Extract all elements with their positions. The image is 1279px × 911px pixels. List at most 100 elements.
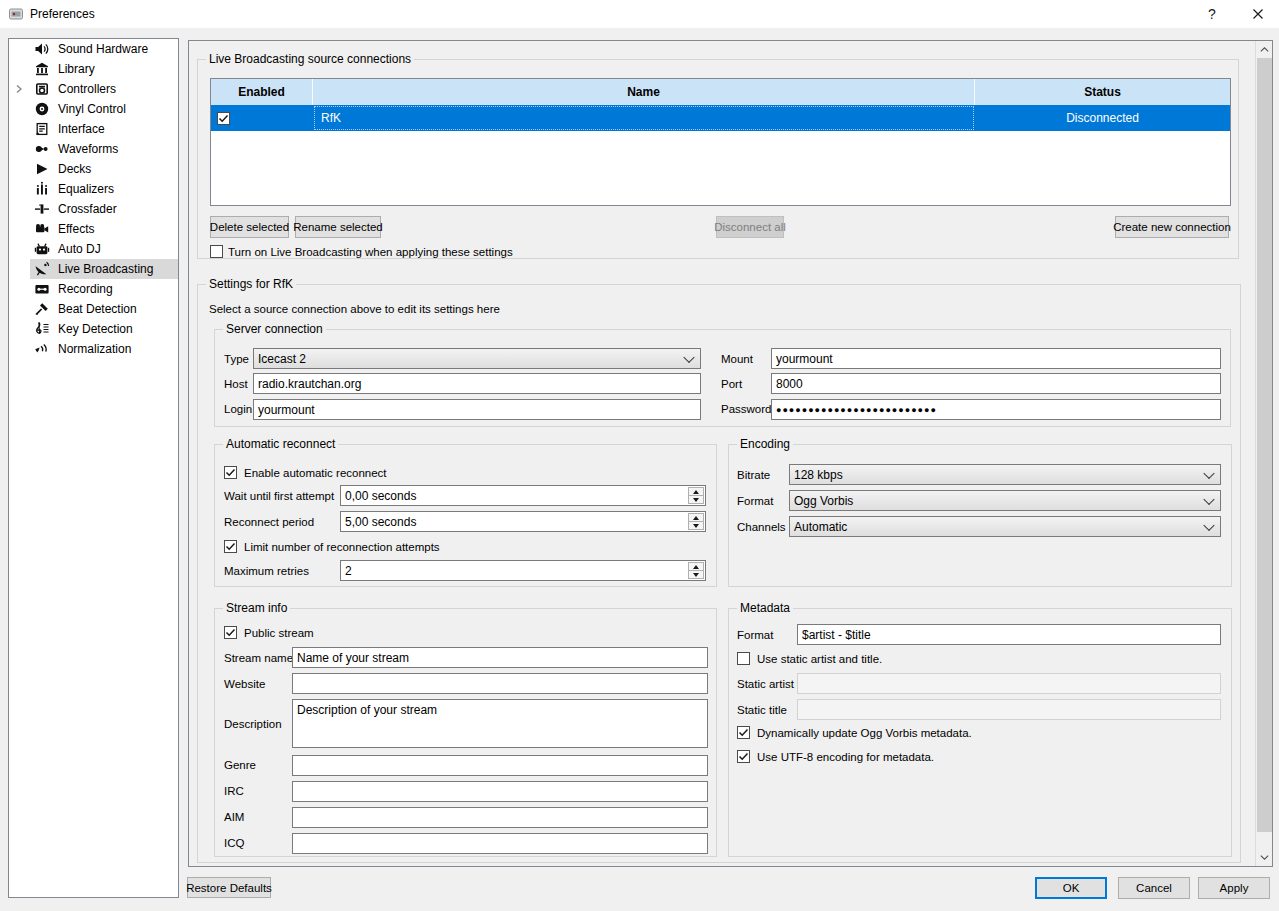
expand-chevron-icon[interactable] — [14, 84, 24, 94]
metadata-format-input[interactable]: $artist - $title — [797, 624, 1221, 645]
sidebar-item-equalizers[interactable]: Equalizers — [9, 179, 178, 199]
sidebar-item-crossfader[interactable]: Crossfader — [9, 199, 178, 219]
key-icon — [34, 321, 50, 337]
static-artist-input[interactable] — [797, 673, 1221, 694]
wait-spinbox[interactable]: 0,00 seconds — [340, 485, 706, 506]
utf8-label: Use UTF-8 encoding for metadata. — [757, 750, 934, 764]
channels-select[interactable]: Automatic — [789, 516, 1221, 537]
chevron-down-icon — [683, 351, 694, 362]
irc-input[interactable] — [292, 781, 708, 802]
mount-input[interactable]: yourmount — [771, 348, 1221, 369]
port-input[interactable]: 8000 — [771, 373, 1221, 394]
stream-name-input[interactable]: Name of your stream — [292, 647, 708, 668]
scroll-up-button[interactable] — [1256, 41, 1273, 58]
delete-selected-button[interactable]: Delete selected — [210, 216, 289, 238]
sidebar-item-controllers[interactable]: Controllers — [9, 79, 178, 99]
spinner-buttons[interactable] — [688, 562, 704, 579]
aim-label: AIM — [224, 810, 244, 824]
sidebar-item-label: Crossfader — [58, 199, 117, 219]
static-title-label: Static title — [737, 703, 787, 717]
help-button[interactable]: ? — [1200, 2, 1224, 26]
title-bar: Preferences ? — [0, 0, 1279, 28]
static-artist-title-checkbox[interactable] — [737, 652, 750, 665]
broadcast-icon — [34, 261, 50, 277]
close-button[interactable] — [1246, 2, 1270, 26]
column-header-name[interactable]: Name — [313, 79, 975, 105]
chevron-down-icon — [1203, 467, 1214, 478]
group-title: Stream info — [223, 601, 290, 615]
host-input[interactable]: radio.krautchan.org — [253, 373, 701, 394]
sidebar-item-effects[interactable]: Effects — [9, 219, 178, 239]
name-cell: RfK — [313, 105, 975, 131]
sidebar-item-normalization[interactable]: Normalization — [9, 339, 178, 359]
password-input[interactable]: ●●●●●●●●●●●●●●●●●●●●●●●●● — [771, 399, 1221, 420]
genre-input[interactable] — [292, 755, 708, 776]
vertical-scrollbar[interactable] — [1255, 41, 1272, 866]
description-input[interactable]: Description of your stream — [292, 699, 708, 748]
format-select[interactable]: Ogg Vorbis — [789, 490, 1221, 511]
enable-reconnect-label: Enable automatic reconnect — [244, 466, 387, 480]
main-panel: Live Broadcasting source connections Ena… — [188, 40, 1273, 867]
turn-on-checkbox[interactable] — [210, 245, 223, 258]
website-input[interactable] — [292, 673, 708, 694]
retries-spinbox[interactable]: 2 — [340, 560, 706, 581]
sidebar-item-label: Sound Hardware — [58, 39, 148, 59]
beat-icon — [34, 301, 50, 317]
status-cell: Disconnected — [975, 105, 1230, 131]
aim-input[interactable] — [292, 807, 708, 828]
rename-selected-button[interactable]: Rename selected — [295, 216, 381, 238]
static-title-input[interactable] — [797, 699, 1221, 720]
automatic-reconnect-group: Automatic reconnect Enable automatic rec… — [214, 444, 717, 587]
dynamic-update-checkbox[interactable] — [737, 726, 750, 739]
channels-value: Automatic — [794, 520, 847, 534]
stream-name-label: Stream name — [224, 651, 293, 665]
encoding-group: Encoding Bitrate 128 kbps Format Ogg Vor… — [728, 444, 1232, 587]
enable-reconnect-checkbox[interactable] — [224, 466, 237, 479]
retries-value: 2 — [345, 564, 352, 578]
sidebar-item-waveforms[interactable]: Waveforms — [9, 139, 178, 159]
chevron-down-icon — [1203, 519, 1214, 530]
sidebar-item-auto-dj[interactable]: Auto DJ — [9, 239, 178, 259]
limit-attempts-checkbox[interactable] — [224, 540, 237, 553]
sidebar-item-interface[interactable]: Interface — [9, 119, 178, 139]
sidebar-item-label: Effects — [58, 219, 94, 239]
scroll-down-button[interactable] — [1256, 849, 1273, 866]
dynamic-update-label: Dynamically update Ogg Vorbis metadata. — [757, 726, 972, 740]
static-artist-label: Static artist — [737, 677, 794, 691]
spinner-buttons[interactable] — [688, 487, 704, 504]
public-stream-checkbox[interactable] — [224, 626, 237, 639]
scrollbar-thumb[interactable] — [1257, 58, 1272, 832]
sidebar-item-live-broadcasting[interactable]: Live Broadcasting — [9, 259, 178, 279]
column-header-status[interactable]: Status — [975, 79, 1230, 105]
login-input[interactable]: yourmount — [253, 399, 701, 420]
sidebar-item-sound-hardware[interactable]: Sound Hardware — [9, 39, 178, 59]
sidebar-item-label: Normalization — [58, 339, 131, 359]
sidebar-item-vinyl-control[interactable]: Vinyl Control — [9, 99, 178, 119]
stream-info-group: Stream info Public stream Stream name Na… — [214, 608, 717, 857]
sidebar-item-library[interactable]: Library — [9, 59, 178, 79]
spinner-buttons[interactable] — [688, 513, 704, 530]
sidebar-item-decks[interactable]: Decks — [9, 159, 178, 179]
enabled-checkbox[interactable] — [217, 112, 230, 125]
utf8-checkbox[interactable] — [737, 750, 750, 763]
table-row[interactable]: RfK Disconnected — [211, 105, 1230, 131]
type-select[interactable]: Icecast 2 — [253, 348, 701, 369]
disconnect-all-button[interactable]: Disconnect all — [716, 216, 784, 238]
icq-input[interactable] — [292, 833, 708, 854]
settings-group: Settings for RfK Select a source connect… — [197, 284, 1241, 863]
period-spinbox[interactable]: 5,00 seconds — [340, 511, 706, 532]
static-artist-title-label: Use static artist and title. — [757, 652, 882, 666]
column-header-enabled[interactable]: Enabled — [211, 79, 313, 105]
cancel-button[interactable]: Cancel — [1118, 877, 1190, 899]
vinyl-icon — [34, 101, 50, 117]
turn-on-label: Turn on Live Broadcasting when applying … — [228, 245, 513, 259]
create-new-connection-button[interactable]: Create new connection — [1115, 216, 1229, 238]
bitrate-select[interactable]: 128 kbps — [789, 464, 1221, 485]
ok-button[interactable]: OK — [1035, 877, 1107, 899]
sidebar-item-beat-detection[interactable]: Beat Detection — [9, 299, 178, 319]
sidebar-item-recording[interactable]: Recording — [9, 279, 178, 299]
sidebar-item-key-detection[interactable]: Key Detection — [9, 319, 178, 339]
restore-defaults-button[interactable]: Restore Defaults — [187, 877, 271, 898]
crossfader-icon — [34, 201, 50, 217]
apply-button[interactable]: Apply — [1198, 877, 1270, 899]
